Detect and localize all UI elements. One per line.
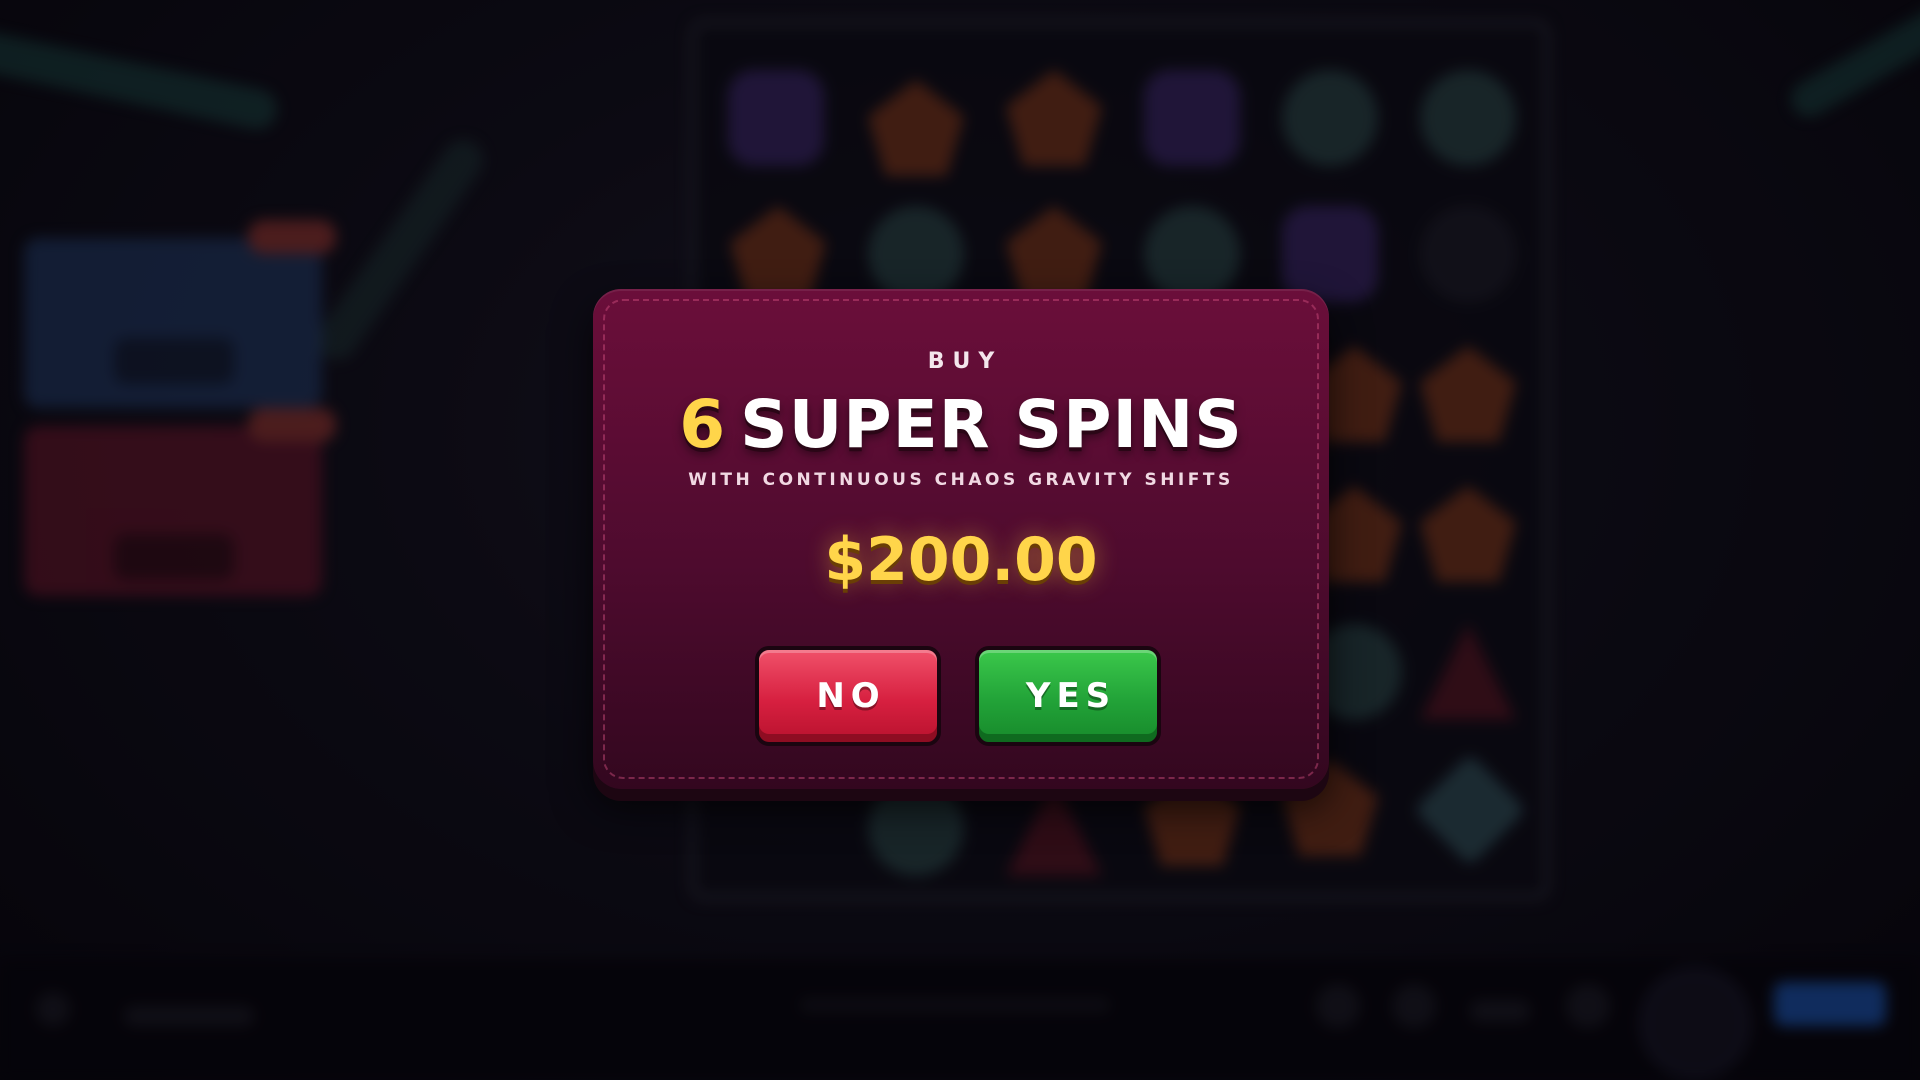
buy-super-spins-dialog: BUY 6 SUPER SPINS WITH CONTINUOUS CHAOS G… [593, 289, 1329, 789]
no-button[interactable]: NO [755, 646, 941, 746]
title-text: SUPER SPINS [740, 386, 1243, 463]
dialog-subtitle: WITH CONTINUOUS CHAOS GRAVITY SHIFTS [688, 470, 1234, 490]
yes-button-label: YES [1025, 676, 1117, 716]
buy-label: BUY [927, 349, 1003, 374]
dialog-title: 6 SUPER SPINS [593, 385, 1329, 465]
no-button-label: NO [816, 676, 886, 716]
game-screen: BUY 6 SUPER SPINS WITH CONTINUOUS CHAOS G… [0, 0, 1920, 1080]
price-label: $200.00 [824, 525, 1098, 595]
yes-button[interactable]: YES [975, 646, 1161, 746]
spin-count: 6 [679, 386, 727, 463]
